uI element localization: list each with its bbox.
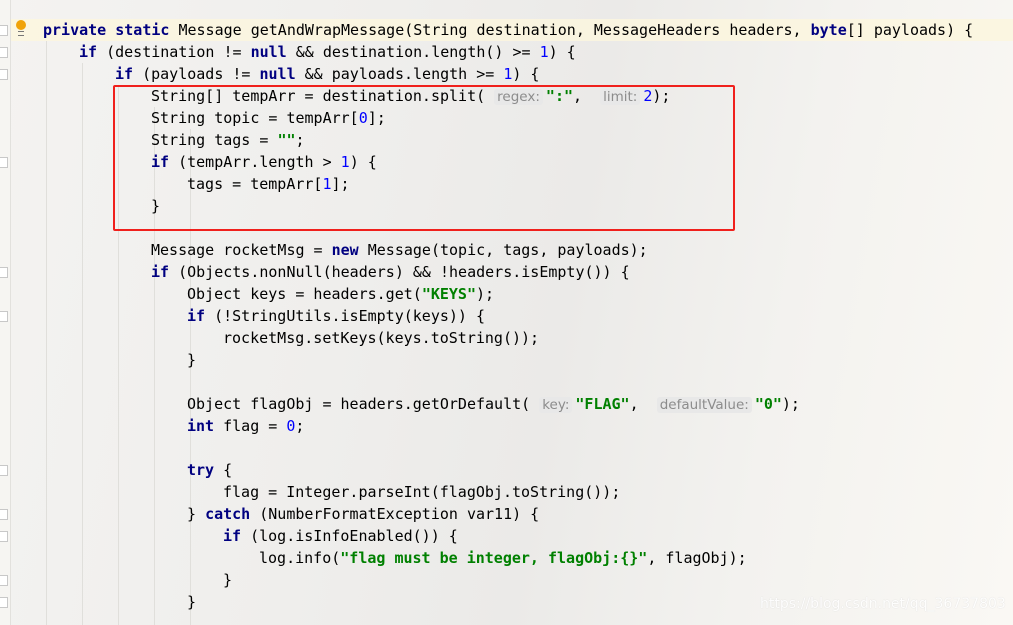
string-literal: "flag must be integer, flagObj:{}" [340,549,648,567]
code-line[interactable]: } catch (NumberFormatException var11) { [43,503,973,525]
code-text: [] payloads) { [846,21,974,39]
code-text: (Objects.nonNull(headers) && !headers.is… [169,263,630,281]
string-literal: "FLAG" [575,395,630,413]
fold-marker-icon[interactable] [0,69,8,80]
code-line[interactable]: log.info("flag must be integer, flagObj:… [43,547,973,569]
intention-bulb-icon[interactable] [16,20,26,36]
code-line[interactable]: flag = Integer.parseInt(flagObj.toString… [43,481,973,503]
keyword: if [115,65,134,83]
code-text: rocketMsg.setKeys(keys.toString()); [223,329,540,347]
code-line[interactable]: if (Objects.nonNull(headers) && !headers… [43,261,973,283]
fold-marker-icon[interactable] [0,267,8,278]
code-text: ; [295,417,305,435]
code-line[interactable] [43,371,973,393]
parameter-hint: defaultValue: [656,397,752,413]
keyword: byte [810,21,847,39]
code-line[interactable]: Object flagObj = headers.getOrDefault( k… [43,393,973,415]
code-text: } [223,571,233,589]
fold-marker-icon[interactable] [0,465,8,476]
keyword: null [250,43,287,61]
code-text: (destination != [97,43,251,61]
code-text: (NumberFormatException var11) { [250,505,540,523]
fold-marker-icon[interactable] [0,597,8,608]
fold-marker-icon[interactable] [0,509,8,520]
code-text: } [187,593,197,611]
fold-marker-icon[interactable] [0,25,8,36]
code-text: Message getAndWrapMessage(String destina… [169,21,811,39]
code-text: , flagObj); [647,549,747,567]
keyword: try [187,461,215,479]
code-line[interactable]: rocketMsg.setKeys(keys.toString()); [43,327,973,349]
number-literal: 1 [539,43,549,61]
string-literal: "0" [754,395,782,413]
code-text: Object flagObj = headers.getOrDefault( [187,395,540,413]
code-line[interactable]: if (destination != null && destination.l… [43,41,973,63]
code-text: , [629,395,657,413]
fold-marker-icon[interactable] [0,157,8,168]
code-text: ); [476,285,495,303]
keyword: if [79,43,98,61]
code-text: Message(topic, tags, payloads); [358,241,648,259]
parameter-hint: key: [539,397,573,413]
keyword: if [187,307,206,325]
highlight-box-annotation [113,85,735,231]
code-text: && payloads.length >= [295,65,504,83]
code-text: flag = Integer.parseInt(flagObj.toString… [223,483,621,501]
fold-marker-icon[interactable] [0,531,8,542]
code-text: Object keys = headers.get( [187,285,422,303]
code-line[interactable]: try { [43,459,973,481]
code-line[interactable]: Message rocketMsg = new Message(topic, t… [43,239,973,261]
code-line[interactable]: private static Message getAndWrapMessage… [43,19,973,41]
keyword: null [259,65,296,83]
keyword: if [223,527,242,545]
code-text: log.info( [259,549,341,567]
editor-gutter [0,0,11,625]
code-text: ) { [512,65,540,83]
code-text: } [187,351,197,369]
code-line[interactable]: if (log.isInfoEnabled()) { [43,525,973,547]
code-text: ) { [548,43,576,61]
code-line[interactable]: Object keys = headers.get("KEYS"); [43,283,973,305]
code-line[interactable]: } [43,569,973,591]
code-text: (payloads != [133,65,260,83]
code-text: Message rocketMsg = [151,241,332,259]
code-line[interactable]: if (payloads != null && payloads.length … [43,63,973,85]
code-line[interactable]: if (!StringUtils.isEmpty(keys)) { [43,305,973,327]
keyword: int [187,417,215,435]
keyword: if [151,263,170,281]
code-line[interactable]: } [43,349,973,371]
code-text: (log.isInfoEnabled()) { [241,527,458,545]
fold-marker-icon[interactable] [0,311,8,322]
keyword: catch [205,505,251,523]
string-literal: "KEYS" [421,285,476,303]
code-text: ); [781,395,800,413]
watermark: https://blog.csdn.net/qq_36737803 [760,596,1006,612]
keyword: new [331,241,359,259]
code-text: && destination.length() >= [286,43,540,61]
code-text: (!StringUtils.isEmpty(keys)) { [205,307,486,325]
code-line[interactable]: int flag = 0; [43,415,973,437]
code-text: } [187,505,206,523]
keyword: private static [43,21,170,39]
fold-marker-icon[interactable] [0,575,8,586]
code-text: { [214,461,233,479]
code-line[interactable] [43,437,973,459]
code-text: flag = [214,417,287,435]
fold-marker-icon[interactable] [0,47,8,58]
